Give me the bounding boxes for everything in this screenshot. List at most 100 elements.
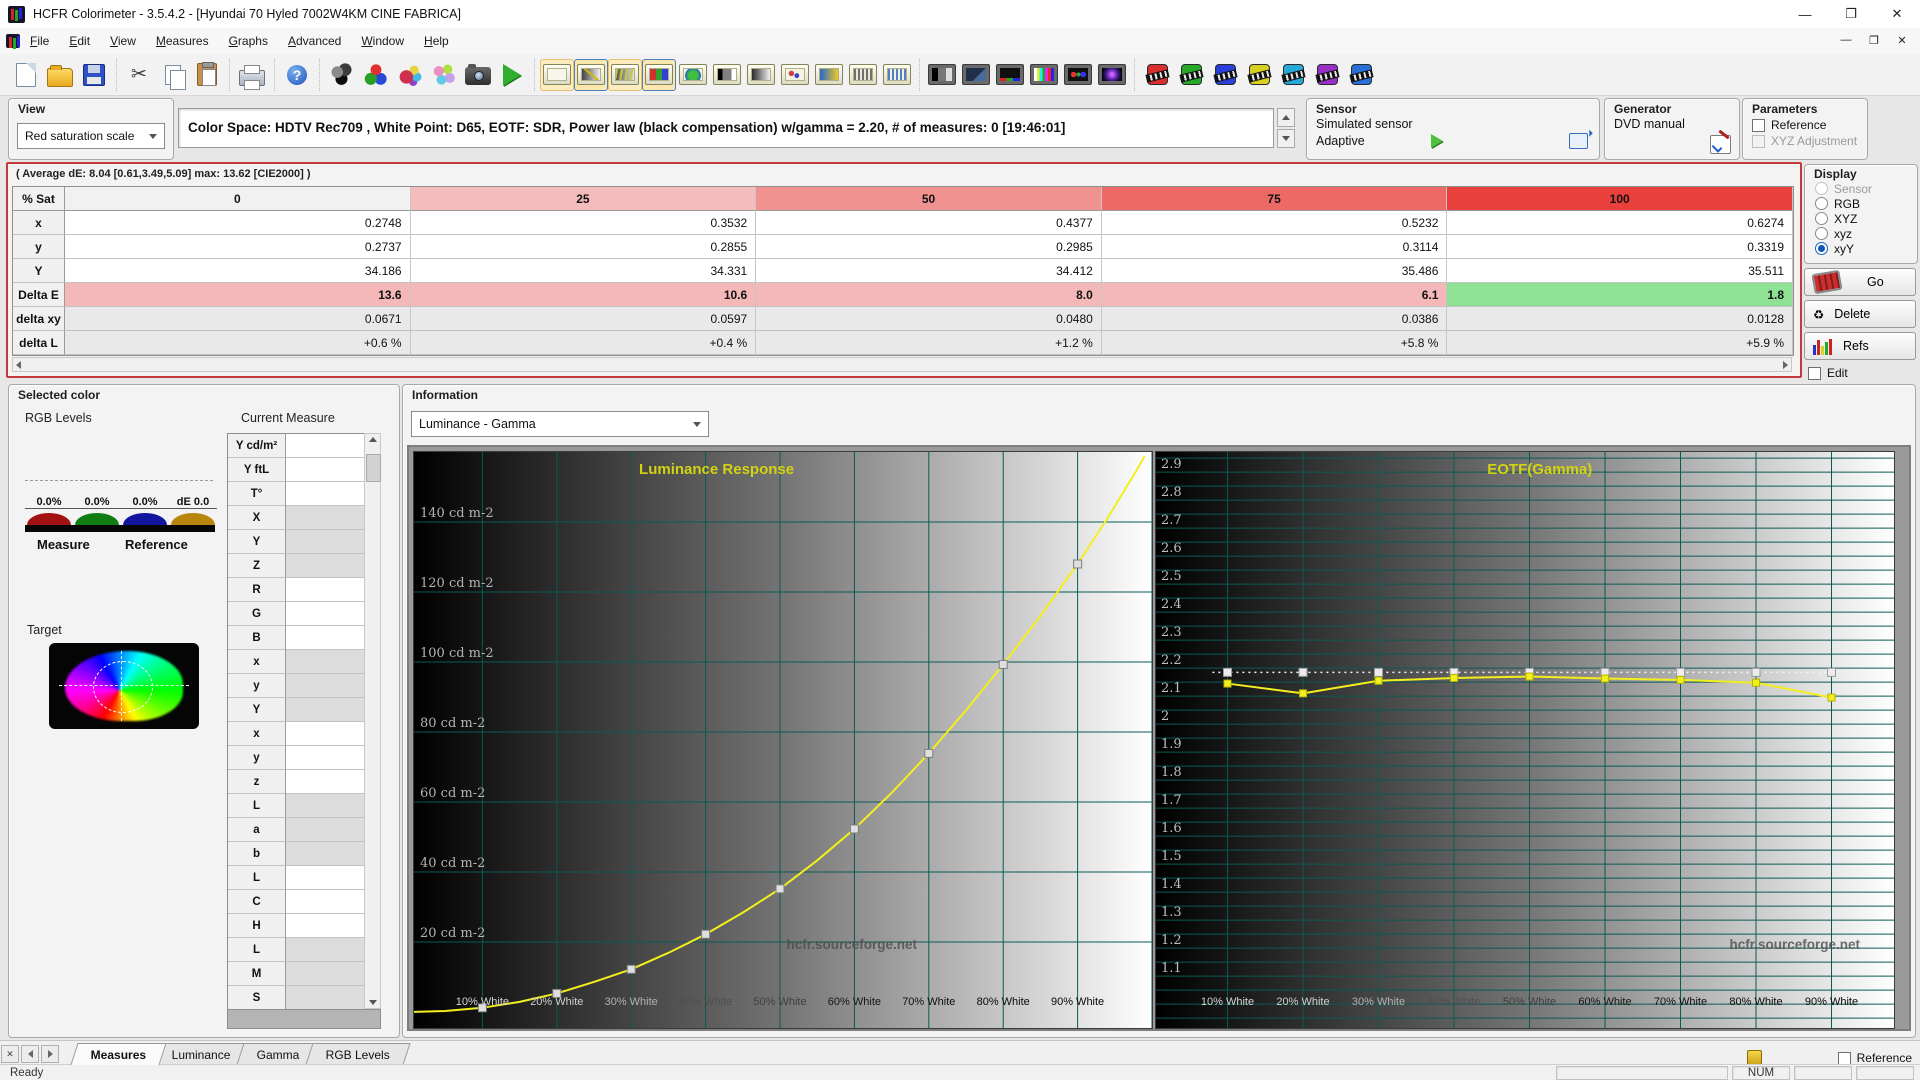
xyz-radio[interactable]: [1815, 227, 1828, 240]
rgb-bar-label: 0.0%: [25, 496, 73, 509]
menu-measures[interactable]: Measures: [146, 30, 219, 52]
close-button[interactable]: ✕: [1874, 0, 1920, 28]
rgb-bar: [75, 513, 119, 525]
run-measures-button[interactable]: [495, 59, 529, 91]
pattern-window-button[interactable]: [959, 59, 993, 91]
saturation-view-button[interactable]: [778, 59, 812, 91]
sat-cell-value: 0.4377: [756, 211, 1102, 235]
color-temperature-view-button[interactable]: [812, 59, 846, 91]
menu-graphs[interactable]: Graphs: [219, 30, 278, 52]
pattern-colorbars-button[interactable]: [1027, 59, 1061, 91]
measure-table-vscrollbar[interactable]: [364, 433, 381, 1009]
menu-advanced[interactable]: Advanced: [278, 30, 351, 52]
svg-text:10% White: 10% White: [1201, 996, 1254, 1008]
radio-label: xyz: [1834, 226, 1852, 241]
sensor-run-icon[interactable]: [1430, 134, 1443, 148]
edit-label: Edit: [1827, 366, 1848, 380]
saturation-table-hscrollbar[interactable]: [12, 357, 1792, 372]
measure-row-label: x: [228, 722, 286, 746]
rgb-radio[interactable]: [1815, 197, 1828, 210]
nearwhite-view-button[interactable]: [744, 59, 778, 91]
pattern-primaries-button[interactable]: [993, 59, 1027, 91]
generator-edit-icon[interactable]: [1710, 135, 1731, 154]
reference-checkbox[interactable]: [1837, 1051, 1851, 1065]
open-file-button[interactable]: [43, 59, 77, 91]
measure-cms-colors-button[interactable]: [1344, 59, 1378, 91]
scroll-left-icon[interactable]: [16, 360, 21, 369]
gamma-view-button[interactable]: [608, 58, 642, 91]
paste-button[interactable]: [190, 59, 224, 91]
scroll-up-icon[interactable]: [368, 437, 377, 442]
measure-blue-saturation-button[interactable]: [1208, 59, 1242, 91]
copy-icon: [165, 64, 186, 90]
measure-all-colors-button[interactable]: [427, 59, 461, 91]
tab-rgb-levels[interactable]: RGB Levels: [305, 1043, 411, 1065]
tab-close-button[interactable]: ✕: [1, 1045, 19, 1063]
menu-window[interactable]: Window: [351, 30, 414, 52]
measure-primaries-button[interactable]: [359, 59, 393, 91]
measure-row-label: C: [228, 890, 286, 914]
cut-button[interactable]: ✂: [122, 59, 156, 91]
menu-file[interactable]: File: [20, 30, 59, 52]
mdi-app-icon: [6, 34, 20, 48]
snapshot-button[interactable]: [461, 59, 495, 91]
sat-cell-value: 0.5232: [1101, 211, 1448, 235]
graph-selector-dropdown[interactable]: Luminance - Gamma: [411, 411, 709, 437]
measure-yellow-saturation-button[interactable]: [1242, 59, 1276, 91]
mdi-minimize-button[interactable]: —: [1834, 30, 1858, 50]
gamma-chart-svg: 2.9 2.8 2.7 2.6 2.5 2.4 2.3 2.2 2.1 2 1.9 1.8 1.7 1.6…: [1156, 452, 1908, 1028]
svg-text:2.2: 2.2: [1161, 653, 1182, 668]
pattern-dots-button[interactable]: [1061, 59, 1095, 91]
sat-row-label: y: [13, 235, 65, 259]
delete-button[interactable]: ♻ Delete: [1804, 300, 1916, 328]
reference-checkbox[interactable]: [1752, 118, 1765, 132]
pattern-nebula-button[interactable]: [1095, 59, 1129, 91]
measure-red-saturation-button[interactable]: [1140, 59, 1174, 91]
generator-pane: Generator DVD manual: [1604, 98, 1740, 160]
view-preset-dropdown[interactable]: Red saturation scale: [17, 123, 165, 149]
measure-row-label: Y ftL: [228, 458, 286, 482]
print-button[interactable]: [235, 59, 269, 91]
nearblack-view-button[interactable]: [710, 59, 744, 91]
xyz-radio[interactable]: [1815, 212, 1828, 225]
histogram-view-button[interactable]: [846, 59, 880, 91]
copy-button[interactable]: [156, 59, 190, 91]
save-file-button[interactable]: [77, 59, 111, 91]
mdi-close-button[interactable]: ✕: [1890, 30, 1914, 50]
menu-edit[interactable]: Edit: [59, 30, 100, 52]
scroll-down-icon[interactable]: [368, 1000, 377, 1005]
mdi-restore-button[interactable]: ❐: [1862, 30, 1886, 50]
new-file-button[interactable]: [9, 59, 43, 91]
rgb-levels-view-button[interactable]: [642, 58, 676, 91]
tab-next-button[interactable]: [41, 1045, 59, 1063]
scroll-right-icon[interactable]: [1783, 360, 1788, 369]
cie-chart-view-button[interactable]: [676, 59, 710, 91]
reference-label: Reference: [125, 537, 188, 552]
pattern-grayscale-button[interactable]: [925, 59, 959, 91]
measure-secondaries-button[interactable]: [393, 59, 427, 91]
refs-button[interactable]: Refs: [1804, 332, 1916, 360]
minimize-button[interactable]: —: [1782, 0, 1828, 28]
maximize-button[interactable]: ❐: [1828, 0, 1874, 28]
measures-view-button[interactable]: [540, 58, 574, 91]
svg-text:30% White: 30% White: [1352, 996, 1405, 1008]
spin-up-button[interactable]: [1277, 108, 1295, 127]
menu-help[interactable]: Help: [414, 30, 459, 52]
tab-measures[interactable]: Measures: [70, 1043, 167, 1065]
measure-cyan-saturation-button[interactable]: [1276, 59, 1310, 91]
measure-grayscale-button[interactable]: [325, 59, 359, 91]
edit-checkbox[interactable]: [1808, 366, 1821, 380]
measure-green-saturation-button[interactable]: [1174, 59, 1208, 91]
measure-row-value: [286, 434, 364, 458]
sensor-export-icon[interactable]: [1569, 133, 1588, 149]
measure-magenta-saturation-button[interactable]: [1310, 59, 1344, 91]
tab-prev-button[interactable]: [21, 1045, 39, 1063]
free-measures-view-button[interactable]: [880, 59, 914, 91]
luminance-view-button[interactable]: [574, 58, 608, 91]
xyy-radio[interactable]: [1815, 242, 1828, 255]
spin-down-button[interactable]: [1277, 129, 1295, 148]
go-button[interactable]: Go: [1804, 268, 1916, 296]
menu-view[interactable]: View: [100, 30, 146, 52]
about-help-button[interactable]: ?: [280, 59, 314, 91]
scrollbar-thumb[interactable]: [366, 454, 381, 482]
